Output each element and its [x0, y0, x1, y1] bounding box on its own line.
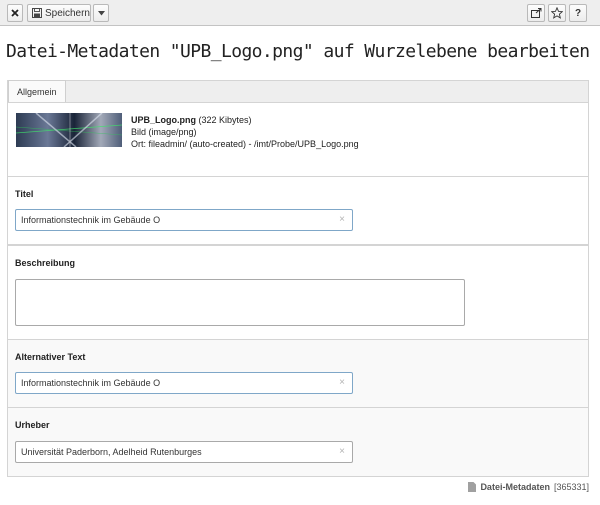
help-button[interactable]: ?: [569, 4, 587, 22]
file-size: (322 Kibytes): [198, 115, 252, 125]
clear-title-icon[interactable]: ×: [339, 210, 345, 230]
file-thumbnail[interactable]: [16, 113, 122, 147]
alt-text-value: Informationstechnik im Gebäude O: [21, 378, 161, 388]
file-type: Bild (image/png): [131, 127, 197, 137]
help-icon: ?: [574, 7, 582, 19]
title-input[interactable]: Informationstechnik im Gebäude O ×: [15, 209, 353, 231]
floppy-disk-icon: [32, 8, 42, 18]
title-section: Titel Informationstechnik im Gebäude O ×: [8, 176, 588, 244]
creator-section: Urheber Universität Paderborn, Adelheid …: [8, 407, 588, 476]
file-icon: [468, 482, 477, 492]
open-new-window-button[interactable]: [527, 4, 545, 22]
record-info-footer: Datei-Metadaten [365331]: [468, 482, 589, 492]
record-type: Datei-Metadaten: [480, 482, 550, 492]
save-options-dropdown[interactable]: [93, 4, 109, 22]
description-textarea[interactable]: [15, 279, 465, 326]
file-info-section: UPB_Logo.png (322 Kibytes) Bild (image/p…: [8, 103, 588, 176]
creator-label: Urheber: [15, 420, 50, 430]
creator-value: Universität Paderborn, Adelheid Rutenbur…: [21, 447, 202, 457]
file-name: UPB_Logo.png: [131, 115, 196, 125]
close-icon: [11, 9, 19, 17]
clear-creator-icon[interactable]: ×: [339, 442, 345, 462]
thumbnail-image: [16, 113, 122, 147]
bookmark-button[interactable]: [548, 4, 566, 22]
description-label: Beschreibung: [15, 258, 76, 268]
metadata-form: UPB_Logo.png (322 Kibytes) Bild (image/p…: [7, 102, 589, 477]
chevron-down-icon: [97, 10, 105, 15]
open-new-window-icon: [530, 8, 541, 18]
bookmark-star-icon: [551, 7, 563, 19]
page-title: Datei-Metadaten "UPB_Logo.png" auf Wurze…: [6, 41, 590, 62]
record-id: [365331]: [553, 482, 589, 492]
tab-allgemein[interactable]: Allgemein: [8, 80, 66, 103]
file-name-line: UPB_Logo.png (322 Kibytes): [131, 115, 252, 125]
alt-text-label: Alternativer Text: [15, 352, 86, 362]
creator-input[interactable]: Universität Paderborn, Adelheid Rutenbur…: [15, 441, 353, 463]
alt-text-input[interactable]: Informationstechnik im Gebäude O ×: [15, 372, 353, 394]
description-section: Beschreibung: [8, 244, 588, 339]
clear-alt-text-icon[interactable]: ×: [339, 373, 345, 393]
close-button[interactable]: [7, 4, 23, 22]
alt-text-section: Alternativer Text Informationstechnik im…: [8, 339, 588, 407]
title-input-value: Informationstechnik im Gebäude O: [21, 215, 161, 225]
tab-strip: Allgemein: [7, 80, 589, 103]
save-button-label: Speichern: [44, 7, 90, 19]
doc-header-toolbar: Speichern ?: [0, 0, 600, 26]
save-button[interactable]: Speichern: [27, 4, 91, 22]
title-label: Titel: [15, 189, 34, 199]
file-location: Ort: fileadmin/ (auto-created) - /imt/Pr…: [131, 139, 359, 149]
